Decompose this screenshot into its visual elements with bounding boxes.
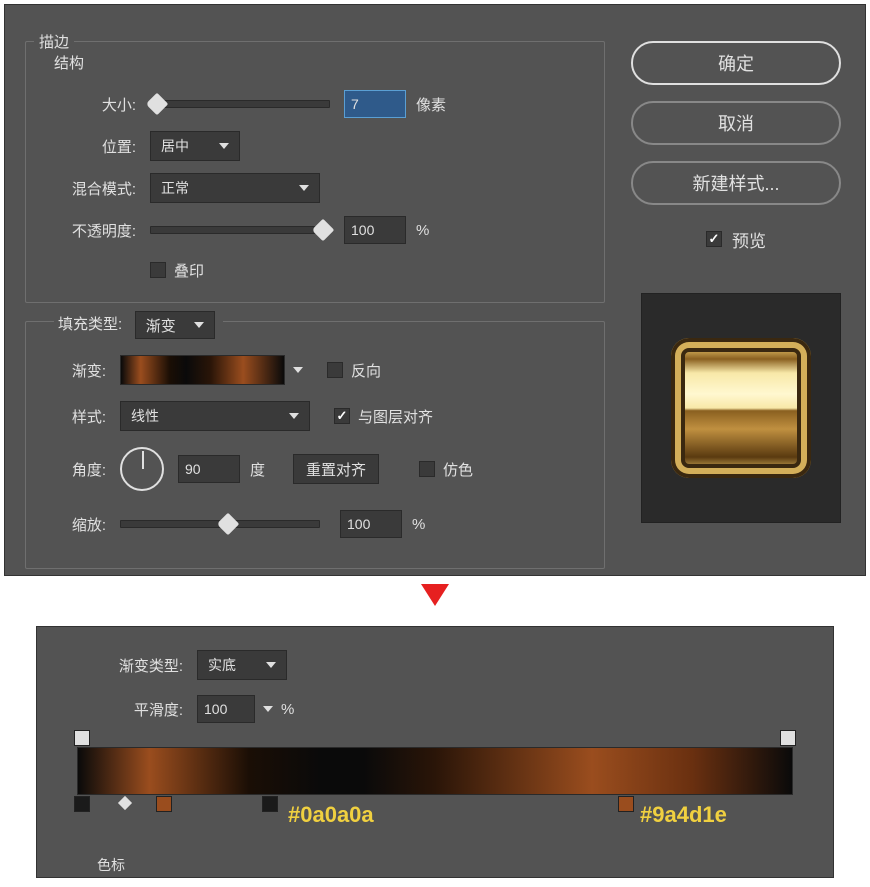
opacity-slider-thumb[interactable] <box>312 219 335 242</box>
reset-align-button[interactable]: 重置对齐 <box>293 454 379 484</box>
filltype-legend: 填充类型: 渐变 <box>54 311 223 339</box>
preview-thumbnail <box>671 338 811 478</box>
style-label: 样式: <box>36 406 106 427</box>
stroke-legend: 描边 <box>34 31 74 52</box>
gradient-bar[interactable]: #0a0a0a #9a4d1e <box>77 747 793 795</box>
button-column: 确定 取消 新建样式... 预览 <box>631 41 841 257</box>
smooth-unit: % <box>281 701 294 718</box>
scale-label: 缩放: <box>36 514 106 535</box>
dither-checkbox[interactable] <box>419 461 435 477</box>
cancel-button[interactable]: 取消 <box>631 101 841 145</box>
style-value: 线性 <box>131 406 159 426</box>
filltype-label: 填充类型: <box>58 316 122 333</box>
angle-input[interactable] <box>178 455 240 483</box>
smooth-input[interactable] <box>197 695 255 723</box>
gradient-bar-container: #0a0a0a #9a4d1e <box>77 747 793 795</box>
position-select[interactable]: 居中 <box>150 131 240 161</box>
hex-annotation-1: #0a0a0a <box>288 802 374 828</box>
overprint-checkbox[interactable] <box>150 262 166 278</box>
size-label: 大小: <box>36 94 136 115</box>
stroke-panel: 描边 结构 大小: 像素 位置: 居中 混合模式: <box>4 4 866 576</box>
scale-slider[interactable] <box>120 520 320 528</box>
blend-value: 正常 <box>161 178 189 198</box>
chevron-down-icon <box>219 143 229 149</box>
blend-select[interactable]: 正常 <box>150 173 320 203</box>
align-label: 与图层对齐 <box>358 406 433 427</box>
angle-unit: 度 <box>250 459 265 480</box>
blend-label: 混合模式: <box>36 178 136 199</box>
color-stop-3[interactable] <box>262 796 278 812</box>
opacity-unit: % <box>416 222 429 239</box>
chevron-down-icon[interactable] <box>293 367 303 373</box>
gradient-label: 渐变: <box>36 360 106 381</box>
gradtype-label: 渐变类型: <box>83 655 183 676</box>
gradient-swatch[interactable] <box>120 355 285 385</box>
overprint-label: 叠印 <box>174 260 204 281</box>
color-stop-1[interactable] <box>74 796 90 812</box>
angle-dial[interactable] <box>120 447 164 491</box>
position-value: 居中 <box>161 136 189 156</box>
chevron-down-icon <box>266 662 276 668</box>
angle-label: 角度: <box>36 459 106 480</box>
newstyle-button[interactable]: 新建样式... <box>631 161 841 205</box>
hex-annotation-2: #9a4d1e <box>640 802 727 828</box>
filltype-value: 渐变 <box>146 315 176 336</box>
size-slider[interactable] <box>150 100 330 108</box>
color-stop-4[interactable] <box>618 796 634 812</box>
scale-slider-thumb[interactable] <box>217 513 240 536</box>
size-input[interactable] <box>344 90 406 118</box>
color-stop-2[interactable] <box>156 796 172 812</box>
filltype-fieldset: 填充类型: 渐变 渐变: 反向 样式: 线性 <box>25 321 605 569</box>
preview-label: 预览 <box>732 227 766 252</box>
gradtype-value: 实底 <box>208 655 236 675</box>
preview-box <box>641 293 841 523</box>
reverse-label: 反向 <box>351 360 381 381</box>
dither-label: 仿色 <box>443 459 473 480</box>
opacity-input[interactable] <box>344 216 406 244</box>
scale-input[interactable] <box>340 510 402 538</box>
stroke-fieldset: 描边 结构 大小: 像素 位置: 居中 混合模式: <box>25 41 605 303</box>
chevron-down-icon <box>289 413 299 419</box>
opacity-stop-left[interactable] <box>74 730 90 746</box>
gradtype-select[interactable]: 实底 <box>197 650 287 680</box>
align-checkbox[interactable] <box>334 408 350 424</box>
reverse-checkbox[interactable] <box>327 362 343 378</box>
stops-label: 色标 <box>97 855 125 875</box>
opacity-label: 不透明度: <box>36 220 136 241</box>
size-slider-thumb[interactable] <box>146 93 169 116</box>
opacity-slider[interactable] <box>150 226 330 234</box>
structure-legend: 结构 <box>54 52 84 73</box>
preview-checkbox[interactable] <box>706 231 722 247</box>
arrow-down-icon <box>421 584 449 606</box>
filltype-select[interactable]: 渐变 <box>135 311 215 339</box>
position-label: 位置: <box>36 136 136 157</box>
chevron-down-icon <box>194 322 204 328</box>
gradient-editor-panel: 渐变类型: 实底 平滑度: % #0a0a0a #9a4d1e 色标 <box>36 626 834 878</box>
scale-unit: % <box>412 516 425 533</box>
size-unit: 像素 <box>416 94 446 115</box>
chevron-down-icon <box>299 185 309 191</box>
style-select[interactable]: 线性 <box>120 401 310 431</box>
chevron-down-icon[interactable] <box>263 706 273 712</box>
midpoint-marker[interactable] <box>118 796 132 810</box>
smooth-label: 平滑度: <box>83 699 183 720</box>
ok-button[interactable]: 确定 <box>631 41 841 85</box>
opacity-stop-right[interactable] <box>780 730 796 746</box>
